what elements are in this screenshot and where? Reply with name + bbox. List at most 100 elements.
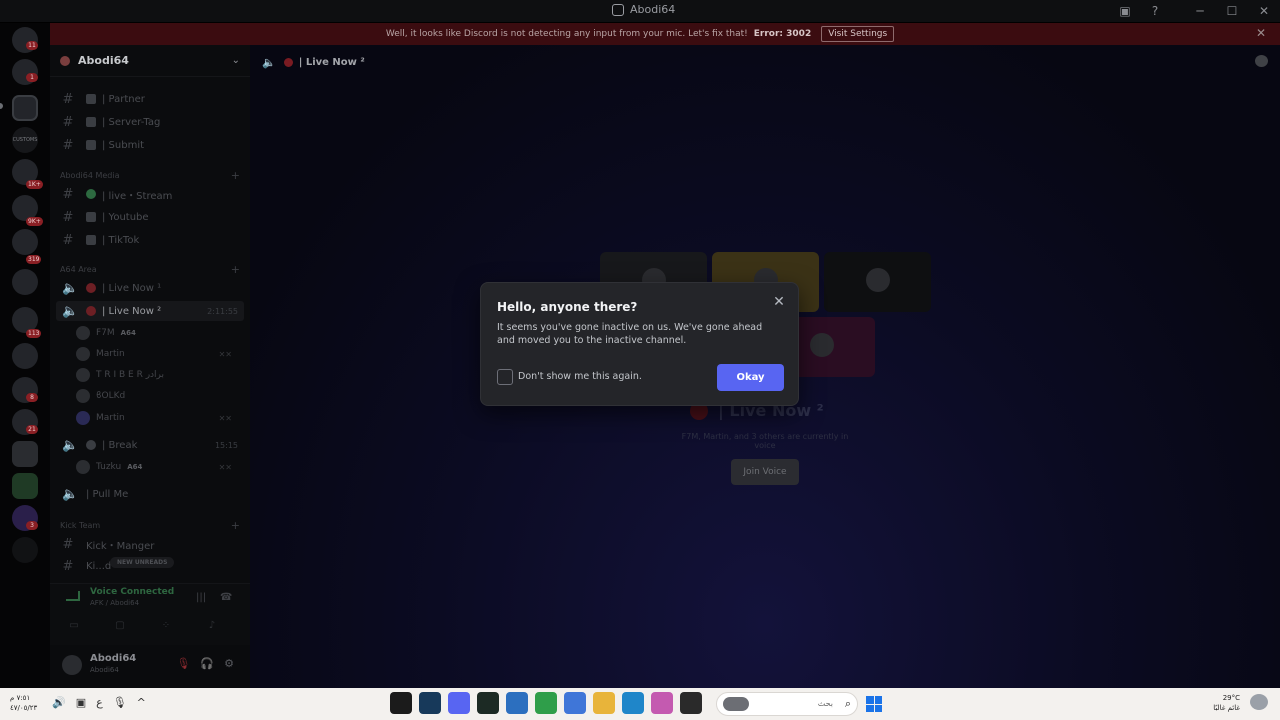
channel-submit[interactable]: # | Submit: [56, 135, 244, 155]
channel-emoji-icon: [86, 440, 96, 450]
guild-icon: [60, 55, 70, 66]
banner-close-icon[interactable]: ✕: [1256, 26, 1266, 40]
file-explorer-icon[interactable]: [593, 692, 615, 714]
avatar[interactable]: [62, 655, 82, 675]
pinned-app-icon[interactable]: [506, 692, 528, 714]
channel-label: | TikTok: [102, 234, 140, 246]
user-status: Abodi64: [90, 666, 119, 674]
clock[interactable]: ٧:٥١ م ٤٧/٠٥/٢٣: [10, 693, 37, 713]
headphones-icon[interactable]: 🎧: [200, 657, 214, 670]
gear-icon[interactable]: ⚙: [224, 657, 234, 670]
voice-channel-live-now-1[interactable]: 🔈 | Live Now ¹: [56, 278, 244, 298]
lobby-subtitle: F7M, Martin, and 3 others are currently …: [681, 432, 849, 450]
minimize-button[interactable]: ─: [1184, 0, 1216, 22]
dont-show-again-checkbox[interactable]: [497, 369, 513, 385]
soundboard-icon[interactable]: ♪: [196, 620, 228, 636]
channel-tiktok[interactable]: # | TikTok: [56, 230, 244, 250]
server-icon[interactable]: [12, 229, 38, 255]
channel-live-stream[interactable]: # | live・Stream: [56, 184, 244, 204]
add-channel-icon[interactable]: +: [231, 263, 240, 276]
channel-label: | Live Now ¹: [102, 282, 162, 294]
activities-icon[interactable]: ⁘: [150, 620, 182, 636]
close-window-button[interactable]: ✕: [1248, 0, 1280, 22]
category-media[interactable]: Abodi64 Media +: [60, 168, 240, 182]
microphone-icon[interactable]: 🎙: [113, 696, 127, 709]
pinned-app-icon[interactable]: [680, 692, 702, 714]
terminal-icon[interactable]: [477, 692, 499, 714]
server-icon[interactable]: [12, 269, 38, 295]
chat-bubble-icon[interactable]: [1255, 55, 1268, 67]
selected-server-icon[interactable]: [12, 95, 38, 121]
voice-channel-live-now-2[interactable]: 🔈 | Live Now ² 2:11:55: [56, 301, 244, 321]
server-icon[interactable]: [12, 537, 38, 563]
microphone-muted-icon[interactable]: 🎙: [176, 657, 190, 670]
taskbar-search-input[interactable]: بحث ⌕: [716, 692, 858, 716]
add-channel-icon[interactable]: +: [231, 169, 240, 182]
category-area[interactable]: A64 Area +: [60, 262, 240, 276]
edge-icon[interactable]: [622, 692, 644, 714]
camera-icon[interactable]: ▭: [58, 620, 90, 636]
avatar: [76, 347, 90, 361]
visit-settings-button[interactable]: Visit Settings: [821, 26, 895, 42]
voice-connected-panel: Voice Connected AFK / Abodi64 ||| ☎ ▭ ▢ …: [50, 583, 250, 645]
category-kick[interactable]: Kick Team +: [60, 518, 240, 532]
pinned-app-icon[interactable]: [390, 692, 412, 714]
help-icon[interactable]: ?: [1140, 0, 1170, 22]
inbox-icon[interactable]: ▣: [1110, 0, 1140, 22]
chrome-icon[interactable]: [535, 692, 557, 714]
voice-channel-pull-me[interactable]: 🔈 | Pull Me: [56, 484, 244, 504]
discord-icon[interactable]: [448, 692, 470, 714]
screen-share-icon[interactable]: ▢: [104, 620, 136, 636]
voice-user[interactable]: Martin ✕✕: [76, 344, 240, 364]
speaker-icon: 🔈: [62, 280, 79, 296]
disconnect-icon[interactable]: ☎: [220, 592, 232, 603]
customs-server-icon[interactable]: CUSTOMS: [12, 127, 38, 153]
server-badge: 9K+: [26, 217, 43, 226]
voice-status[interactable]: Voice Connected: [90, 587, 174, 597]
join-voice-button[interactable]: Join Voice: [731, 459, 799, 485]
voice-location[interactable]: AFK / Abodi64: [90, 599, 139, 607]
new-unreads-pill[interactable]: NEW UNREADS: [110, 557, 175, 568]
weather-widget[interactable]: 29°C غائم غالبًا: [1213, 693, 1240, 713]
channel-server-tag[interactable]: # | Server-Tag: [56, 112, 244, 132]
participant-tile[interactable]: [824, 252, 931, 312]
channel-emoji-icon: [86, 94, 96, 104]
voice-user-name: F7M: [96, 328, 115, 338]
voice-user[interactable]: ϐOLKd: [76, 386, 240, 406]
channel-partner[interactable]: # | Partner: [56, 89, 244, 109]
copilot-icon[interactable]: [651, 692, 673, 714]
channel-youtube[interactable]: # | Youtube: [56, 207, 244, 227]
okay-button[interactable]: Okay: [717, 364, 784, 391]
chevron-up-icon[interactable]: ^: [137, 696, 146, 709]
channel-kick-manger[interactable]: # Kick・Manger: [56, 534, 244, 554]
add-channel-icon[interactable]: +: [231, 519, 240, 532]
dont-show-again-label[interactable]: Don't show me this again.: [518, 371, 642, 382]
volume-icon[interactable]: 🔊: [52, 696, 66, 709]
network-icon[interactable]: ▣: [76, 696, 86, 709]
voice-channel-break[interactable]: 🔈 | Break 15:15: [56, 435, 244, 455]
close-icon[interactable]: ✕: [772, 295, 786, 309]
voice-user[interactable]: Martin ✕✕: [76, 408, 240, 428]
server-icon[interactable]: [12, 343, 38, 369]
voice-user[interactable]: F7M A64: [76, 323, 240, 343]
username[interactable]: Abodi64: [90, 653, 136, 664]
server-badge: 319: [26, 255, 42, 264]
weather-desc: غائم غالبًا: [1213, 704, 1240, 712]
store-icon[interactable]: [564, 692, 586, 714]
guild-header[interactable]: Abodi64 ⌄: [50, 45, 250, 77]
server-icon[interactable]: [12, 441, 38, 467]
steam-icon[interactable]: [419, 692, 441, 714]
selected-server-pill: [0, 103, 3, 109]
voice-user[interactable]: T R I B E R برادر: [76, 365, 240, 385]
channel-emoji-icon: [86, 189, 96, 199]
server-badge: 3: [26, 521, 38, 530]
kick-server-icon[interactable]: [12, 473, 38, 499]
voice-user-name: T R I B E R برادر: [96, 370, 165, 380]
server-badge: 113: [26, 329, 42, 338]
maximize-button[interactable]: ☐: [1216, 0, 1248, 22]
hash-icon: #: [62, 209, 74, 225]
noise-suppression-icon[interactable]: |||: [196, 592, 206, 603]
start-button-icon[interactable]: [866, 696, 882, 712]
voice-user[interactable]: Tuzku A64 ✕✕: [76, 457, 240, 477]
language-indicator[interactable]: ع: [96, 696, 103, 709]
